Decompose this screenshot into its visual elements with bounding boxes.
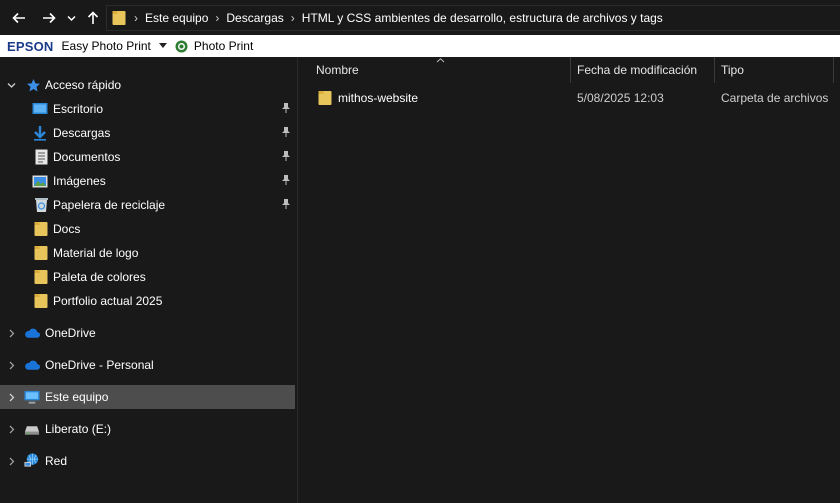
sidebar-item-label: Documentos bbox=[53, 150, 121, 164]
sidebar-item-label: Liberato (E:) bbox=[45, 422, 112, 436]
sidebar-item-escritorio[interactable]: Escritorio bbox=[0, 97, 295, 121]
folder-icon bbox=[111, 10, 127, 26]
epson-logo: EPSON bbox=[7, 38, 54, 54]
folder-icon bbox=[318, 90, 332, 106]
recent-locations-button[interactable] bbox=[64, 6, 78, 30]
arrow-right-icon bbox=[43, 12, 56, 24]
dropdown-arrow-icon[interactable] bbox=[158, 43, 167, 49]
sidebar-item-label: Descargas bbox=[53, 126, 111, 140]
chevron-down-icon bbox=[66, 15, 76, 21]
folder-icon bbox=[33, 269, 49, 285]
pin-icon[interactable] bbox=[281, 198, 291, 213]
sidebar-item-imagenes[interactable]: Imágenes bbox=[0, 169, 295, 193]
sidebar-item-quick-access[interactable]: Acceso rápido bbox=[0, 73, 295, 97]
chevron-right-icon[interactable] bbox=[5, 325, 17, 341]
chevron-right-icon[interactable]: › bbox=[291, 11, 295, 25]
sidebar-item-label: Imágenes bbox=[53, 174, 106, 188]
document-icon bbox=[33, 149, 49, 165]
sidebar-item-descargas[interactable]: Descargas bbox=[0, 121, 295, 145]
sidebar-item-label: Papelera de reciclaje bbox=[53, 198, 166, 212]
up-button[interactable] bbox=[82, 6, 104, 30]
breadcrumb-este-equipo[interactable]: Este equipo bbox=[145, 11, 208, 25]
sidebar-item-portfolio-actual-2025[interactable]: Portfolio actual 2025 bbox=[0, 289, 295, 313]
sidebar-item-papelera[interactable]: Papelera de reciclaje bbox=[0, 193, 295, 217]
sidebar-item-label: Paleta de colores bbox=[53, 270, 146, 284]
sidebar-item-label: Material de logo bbox=[53, 246, 139, 260]
sidebar-item-paleta-de-colores[interactable]: Paleta de colores bbox=[0, 265, 295, 289]
file-list: Nombre Fecha de modificación Tipo mithos… bbox=[298, 57, 840, 503]
sidebar-item-docs[interactable]: Docs bbox=[0, 217, 295, 241]
column-header-label: Tipo bbox=[721, 63, 744, 77]
epson-toolbar: EPSON Easy Photo Print Photo Print bbox=[0, 35, 840, 57]
pin-icon[interactable] bbox=[281, 150, 291, 165]
folder-icon bbox=[33, 221, 49, 237]
file-modified: 5/08/2025 12:03 bbox=[577, 91, 664, 105]
chevron-right-icon[interactable]: › bbox=[215, 11, 219, 25]
sidebar-item-label: Este equipo bbox=[45, 390, 109, 404]
sidebar-item-documentos[interactable]: Documentos bbox=[0, 145, 295, 169]
address-bar[interactable]: › Este equipo › Descargas › HTML y CSS a… bbox=[106, 5, 840, 31]
column-divider[interactable] bbox=[714, 57, 715, 83]
easy-photo-print-button[interactable]: Easy Photo Print bbox=[62, 39, 151, 53]
network-icon bbox=[24, 452, 40, 468]
file-name-cell: mithos-website bbox=[318, 87, 418, 109]
drive-icon bbox=[24, 422, 40, 438]
column-header-name[interactable]: Nombre bbox=[316, 57, 568, 83]
column-header-modified[interactable]: Fecha de modificación bbox=[577, 57, 713, 83]
forward-button[interactable] bbox=[38, 6, 60, 30]
sidebar-item-label: Acceso rápido bbox=[45, 78, 122, 92]
sidebar-item-onedrive-personal[interactable]: OneDrive - Personal bbox=[0, 353, 295, 377]
breadcrumb-current-folder[interactable]: HTML y CSS ambientes de desarrollo, estr… bbox=[302, 11, 663, 25]
column-divider[interactable] bbox=[570, 57, 571, 83]
column-divider[interactable] bbox=[833, 57, 834, 83]
breadcrumb-descargas[interactable]: Descargas bbox=[226, 11, 283, 25]
table-row[interactable]: mithos-website 5/08/2025 12:03 Carpeta d… bbox=[310, 87, 840, 109]
sidebar-item-liberato-e[interactable]: Liberato (E:) bbox=[0, 417, 295, 441]
navigation-pane: Acceso rápido Escritorio Descargas Docum… bbox=[0, 57, 297, 503]
sidebar-item-red[interactable]: Red bbox=[0, 449, 295, 473]
chevron-right-icon[interactable]: › bbox=[134, 11, 138, 25]
sidebar-item-label: OneDrive - Personal bbox=[45, 358, 154, 372]
folder-icon bbox=[33, 293, 49, 309]
chevron-down-icon[interactable] bbox=[5, 77, 17, 93]
column-header-label: Fecha de modificación bbox=[577, 63, 698, 77]
pin-icon[interactable] bbox=[281, 102, 291, 117]
chevron-right-icon[interactable] bbox=[5, 421, 17, 437]
column-header-label: Nombre bbox=[316, 63, 359, 77]
file-type: Carpeta de archivos bbox=[721, 91, 829, 105]
folder-icon bbox=[33, 245, 49, 261]
computer-icon bbox=[24, 389, 40, 405]
pictures-icon bbox=[32, 173, 48, 189]
download-icon bbox=[32, 125, 48, 141]
pin-icon[interactable] bbox=[281, 126, 291, 141]
cloud-icon bbox=[24, 357, 40, 373]
cloud-icon bbox=[24, 325, 40, 341]
sidebar-item-label: OneDrive bbox=[45, 326, 96, 340]
pin-icon[interactable] bbox=[281, 174, 291, 189]
arrow-up-icon bbox=[87, 11, 99, 24]
sidebar-item-material-de-logo[interactable]: Material de logo bbox=[0, 241, 295, 265]
sidebar-item-label: Docs bbox=[53, 222, 81, 236]
sidebar-item-label: Escritorio bbox=[53, 102, 104, 116]
arrow-left-icon bbox=[12, 12, 25, 24]
back-button[interactable] bbox=[8, 6, 30, 30]
desktop-icon bbox=[32, 101, 48, 117]
chevron-right-icon[interactable] bbox=[5, 357, 17, 373]
sidebar-item-label: Red bbox=[45, 454, 68, 468]
photo-print-button[interactable]: Photo Print bbox=[194, 39, 253, 53]
recycle-bin-icon bbox=[33, 197, 49, 213]
column-header-type[interactable]: Tipo bbox=[721, 57, 833, 83]
chevron-right-icon[interactable] bbox=[5, 389, 17, 405]
sidebar-item-onedrive[interactable]: OneDrive bbox=[0, 321, 295, 345]
sidebar-item-label: Portfolio actual 2025 bbox=[53, 294, 163, 308]
navigation-toolbar: › Este equipo › Descargas › HTML y CSS a… bbox=[0, 0, 840, 35]
file-name: mithos-website bbox=[338, 91, 419, 105]
breadcrumb: › Este equipo › Descargas › HTML y CSS a… bbox=[127, 11, 663, 25]
photo-print-icon bbox=[175, 39, 189, 53]
chevron-right-icon[interactable] bbox=[5, 453, 17, 469]
sidebar-item-este-equipo[interactable]: Este equipo bbox=[0, 385, 295, 409]
star-icon bbox=[25, 77, 41, 93]
